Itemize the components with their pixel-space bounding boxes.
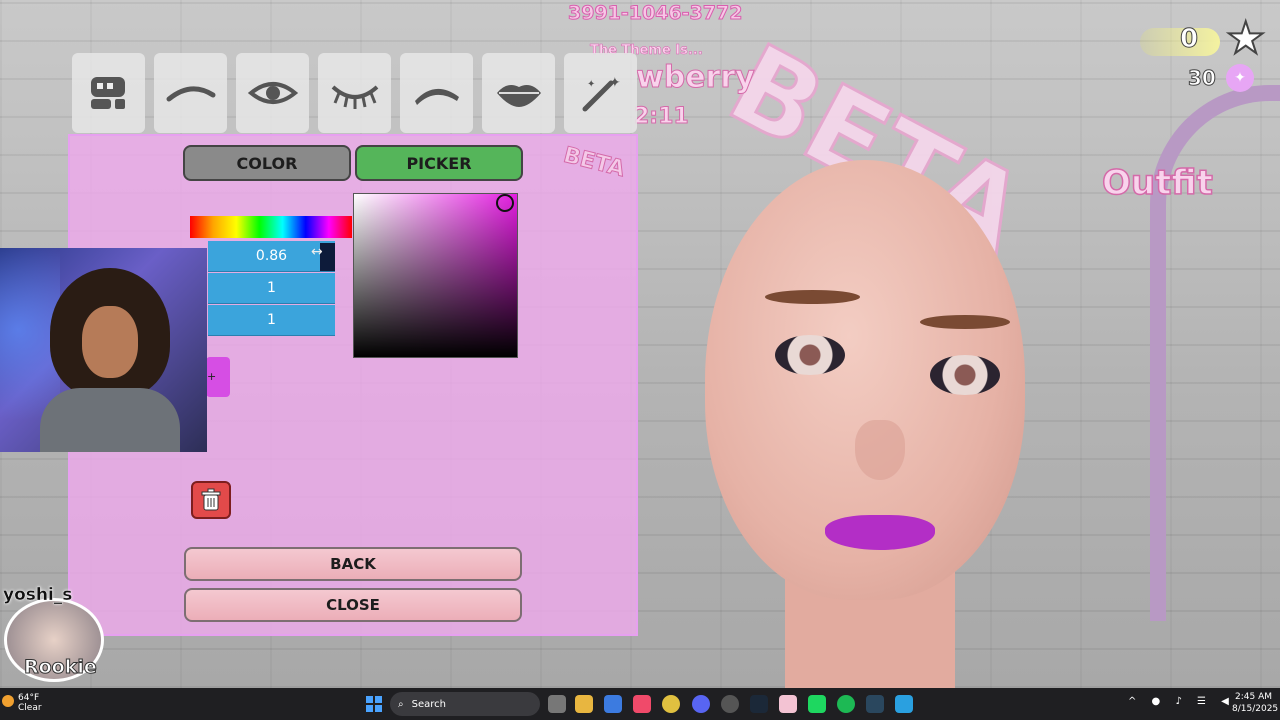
- trash-icon: [201, 488, 221, 511]
- makeup-kit-icon: [90, 77, 125, 109]
- steam-client-icon[interactable]: [866, 695, 884, 713]
- lips-tab[interactable]: [482, 53, 555, 133]
- streamer: [40, 268, 180, 452]
- delete-button[interactable]: [191, 481, 231, 519]
- eye-tab[interactable]: [236, 53, 309, 133]
- star-count: 0: [1179, 24, 1199, 55]
- hue-slider[interactable]: [190, 216, 352, 238]
- taskbar-search[interactable]: ⌕ Search: [390, 692, 540, 716]
- game-scene: BETA Outfit 3991-1046-3772 The Theme Is.…: [0, 0, 1280, 688]
- weather-temperature: 64°F: [18, 693, 40, 703]
- settings-icon[interactable]: [721, 695, 739, 713]
- resize-cursor-icon: ↔: [311, 244, 323, 260]
- player-rank: Rookie: [24, 656, 98, 679]
- clock-time: 2:45 AM: [1235, 692, 1272, 702]
- outfit-button[interactable]: Outfit: [1101, 162, 1213, 204]
- magic-wand-tab[interactable]: ✦ ✦: [564, 53, 637, 133]
- character-nose: [855, 420, 905, 480]
- player-name: yoshi_s: [3, 585, 73, 605]
- xp-count: 30: [1188, 66, 1217, 91]
- eyebrow-icon: [166, 86, 215, 102]
- picker-mode-button[interactable]: PICKER: [355, 145, 523, 181]
- character-model: [690, 160, 1050, 688]
- room-code: 3991-1046-3772: [567, 2, 743, 25]
- system-tray[interactable]: ^ ● ♪ ☰ ◀: [1128, 696, 1235, 707]
- character-lips: [825, 515, 935, 550]
- brow-tab[interactable]: [400, 53, 473, 133]
- svg-text:✦: ✦: [609, 75, 621, 91]
- fortnite-icon[interactable]: [895, 695, 913, 713]
- left-eyebrow: [765, 290, 860, 304]
- clock[interactable]: 2:45 AM 8/15/2025: [1232, 691, 1279, 715]
- store-icon[interactable]: [604, 695, 622, 713]
- spotify-icon[interactable]: [837, 695, 855, 713]
- back-button[interactable]: BACK: [184, 547, 522, 581]
- brow-arch-icon: [414, 88, 459, 105]
- brow-shape-tab[interactable]: [154, 53, 227, 133]
- start-button[interactable]: [366, 696, 382, 712]
- music-icon[interactable]: [633, 695, 651, 713]
- color-selector-handle[interactable]: [496, 194, 514, 212]
- magic-wand-icon: ✦✦: [582, 75, 621, 112]
- lashes-tab[interactable]: [318, 53, 391, 133]
- svg-text:✦: ✦: [587, 79, 595, 90]
- weather-widget[interactable]: 64°F Clear: [2, 693, 42, 713]
- chat-app-icon[interactable]: [808, 695, 826, 713]
- theme-value: wberry: [636, 60, 756, 96]
- makeup-category-tabs: ✦ ✦: [68, 53, 648, 135]
- plus-icon: +: [207, 370, 217, 383]
- streamer-face: [82, 306, 138, 378]
- task-view-icon[interactable]: [548, 695, 566, 713]
- color-mode-button[interactable]: COLOR: [183, 145, 351, 181]
- saturation-value-square[interactable]: [353, 193, 518, 358]
- steam-icon[interactable]: [750, 695, 768, 713]
- xp-icon: ✦: [1226, 64, 1254, 92]
- chrome-icon[interactable]: [662, 695, 680, 713]
- lips-icon: [496, 85, 541, 107]
- value-input[interactable]: 1: [208, 305, 335, 336]
- left-eye: [775, 335, 845, 375]
- streamer-body: [40, 388, 180, 452]
- file-explorer-icon[interactable]: [575, 695, 593, 713]
- right-eyebrow: [920, 315, 1010, 329]
- eyelashes-icon: [331, 85, 378, 109]
- saturation-input[interactable]: 1: [208, 273, 335, 304]
- webcam-overlay: [0, 248, 207, 452]
- close-button[interactable]: CLOSE: [184, 588, 522, 622]
- star-icon: ★: [1225, 13, 1266, 64]
- clock-date: 8/15/2025: [1232, 704, 1279, 714]
- weather-condition: Clear: [18, 703, 42, 713]
- eye-icon: [247, 82, 298, 104]
- search-placeholder: Search: [411, 698, 446, 710]
- taskbar: 64°F Clear ⌕ Search ^ ● ♪ ☰ ◀ 2:45 AM 8/…: [0, 688, 1280, 720]
- makeup-kit-tab[interactable]: [72, 53, 145, 133]
- discord-icon[interactable]: [692, 695, 710, 713]
- search-icon: ⌕: [398, 698, 404, 710]
- right-eye: [930, 355, 1000, 395]
- weather-icon: [2, 695, 14, 707]
- game-app-icon[interactable]: [779, 695, 797, 713]
